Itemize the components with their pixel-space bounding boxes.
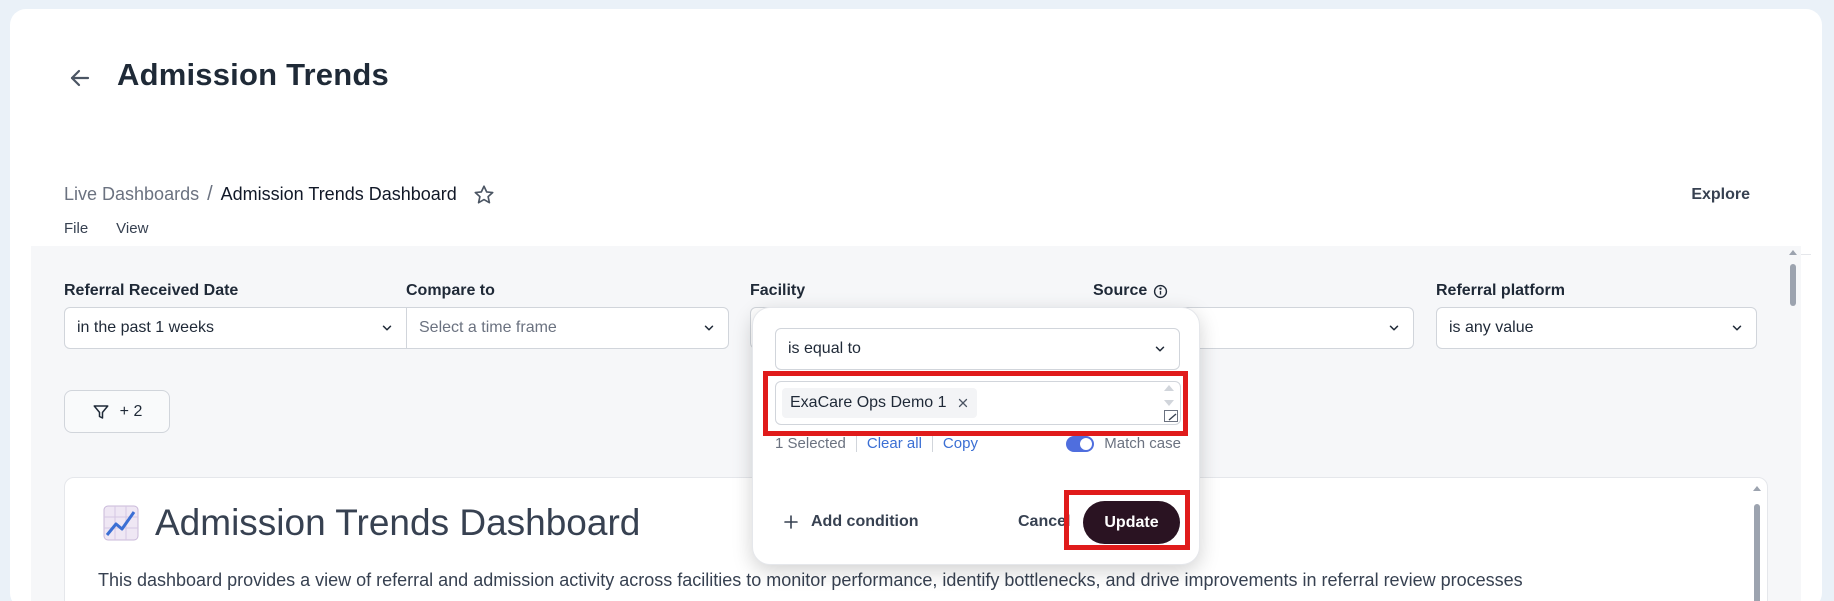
scroll-thumb[interactable] [1790, 264, 1796, 306]
scroll-up-arrow[interactable] [1789, 250, 1797, 255]
selected-count: 1 Selected [775, 435, 857, 452]
chevron-down-icon [1155, 346, 1165, 352]
filter-value: is any value [1449, 319, 1534, 336]
chart-increasing-icon [103, 505, 139, 541]
menu-view[interactable]: View [116, 220, 148, 237]
resize-handle-icon[interactable] [1164, 410, 1178, 422]
filter-referral-received-date: Referral Received Date in the past 1 wee… [64, 281, 407, 349]
funnel-icon [93, 404, 109, 419]
menu-bar: File View [64, 220, 148, 237]
chevron-down-icon [704, 325, 714, 331]
dashboard-title: Admission Trends Dashboard [155, 502, 641, 543]
page-scrollbar[interactable] [1788, 250, 1798, 600]
filter-compare-to: Compare to Select a time frame [406, 281, 729, 349]
caret-down-icon[interactable] [1164, 400, 1174, 406]
back-button[interactable] [65, 63, 95, 93]
match-case-label: Match case [1104, 435, 1181, 452]
filter-label: Compare to [406, 282, 495, 299]
update-button[interactable]: Update [1083, 501, 1180, 544]
facility-filter-popover: is equal to ExaCare Ops Demo 1 1 Selecte… [752, 307, 1200, 565]
dashboard-title-row: Admission Trends Dashboard [103, 502, 640, 544]
breadcrumb-separator: / [207, 183, 213, 205]
scroll-up-arrow[interactable] [1753, 486, 1761, 491]
filter-value: in the past 1 weeks [77, 319, 214, 336]
arrow-left-icon [70, 69, 90, 87]
filter-label: Referral platform [1436, 282, 1565, 299]
selected-tag: ExaCare Ops Demo 1 [782, 388, 977, 418]
scroll-thumb[interactable] [1754, 504, 1760, 601]
more-filters-label: + 2 [119, 402, 143, 420]
filter-select-platform[interactable]: is any value [1436, 307, 1757, 349]
copy-link[interactable]: Copy [933, 435, 988, 452]
chevron-down-icon [382, 325, 392, 331]
filter-select-compare[interactable]: Select a time frame [406, 307, 729, 349]
explore-button[interactable]: Explore [1691, 186, 1750, 204]
operator-select[interactable]: is equal to [775, 328, 1180, 370]
selection-actions: 1 Selected Clear all Copy Match case [775, 435, 1181, 452]
match-case-control: Match case [1066, 435, 1181, 452]
caret-up-icon[interactable] [1164, 385, 1174, 391]
page-title: Admission Trends [117, 57, 389, 92]
filter-label-text: Source [1093, 282, 1148, 299]
dashboard-description: This dashboard provides a view of referr… [98, 570, 1523, 590]
match-case-toggle[interactable] [1066, 435, 1095, 452]
breadcrumb-current: Admission Trends Dashboard [220, 184, 457, 204]
filter-label: Facility [750, 282, 806, 299]
more-filters-button[interactable]: + 2 [64, 390, 170, 433]
favorite-star-icon[interactable] [473, 184, 495, 206]
add-condition-button[interactable]: Add condition [783, 513, 919, 531]
breadcrumb-live-dashboards[interactable]: Live Dashboards [64, 184, 199, 205]
info-icon[interactable] [1153, 284, 1168, 299]
filter-referral-platform: Referral platform is any value [1436, 281, 1757, 349]
breadcrumb: Live Dashboards / Admission Trends Dashb… [64, 183, 495, 206]
plus-icon [784, 515, 798, 529]
cancel-button[interactable]: Cancel [1018, 513, 1070, 531]
tag-remove-icon[interactable] [957, 397, 969, 409]
add-condition-label: Add condition [811, 513, 919, 530]
filter-label: Referral Received Date [64, 282, 239, 299]
chevron-down-icon [1389, 325, 1399, 331]
filter-select-date[interactable]: in the past 1 weeks [64, 307, 407, 349]
menu-file[interactable]: File [64, 220, 88, 237]
filter-value: Select a time frame [419, 319, 557, 336]
filter-label: Source [1093, 281, 1414, 301]
tag-label: ExaCare Ops Demo 1 [790, 394, 947, 411]
facility-value-input[interactable]: ExaCare Ops Demo 1 [775, 381, 1181, 425]
tile-scrollbar[interactable] [1753, 486, 1761, 601]
chevron-down-icon [1732, 325, 1742, 331]
clear-all-link[interactable]: Clear all [857, 435, 933, 452]
operator-value: is equal to [788, 340, 861, 357]
